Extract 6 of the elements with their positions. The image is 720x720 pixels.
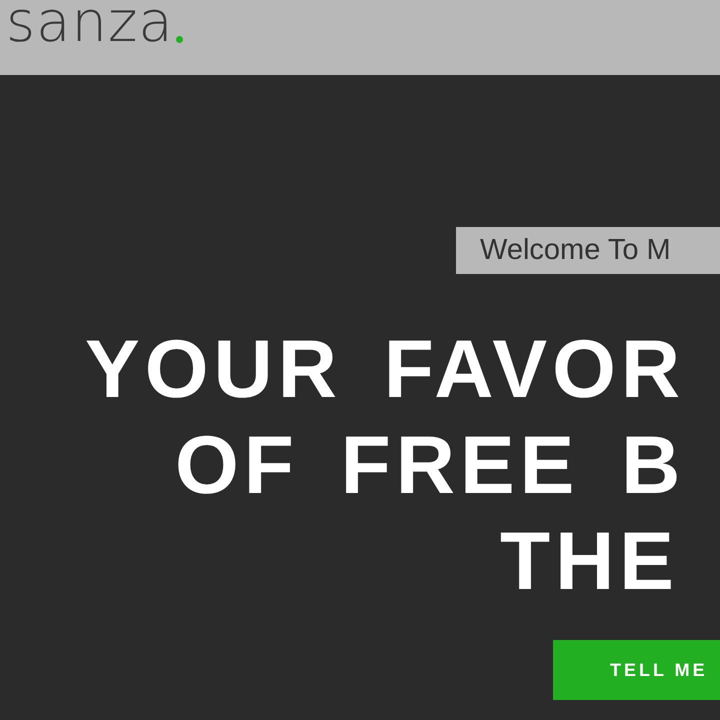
headline-text: YOUR FAVOR <box>85 329 686 411</box>
headline-text: THE <box>500 521 679 603</box>
tell-me-button[interactable]: TELL ME <box>553 640 720 700</box>
logo[interactable]: sanza <box>6 0 174 46</box>
welcome-text: Welcome To M <box>480 232 671 268</box>
headline-text: OF FREE B <box>175 425 686 507</box>
